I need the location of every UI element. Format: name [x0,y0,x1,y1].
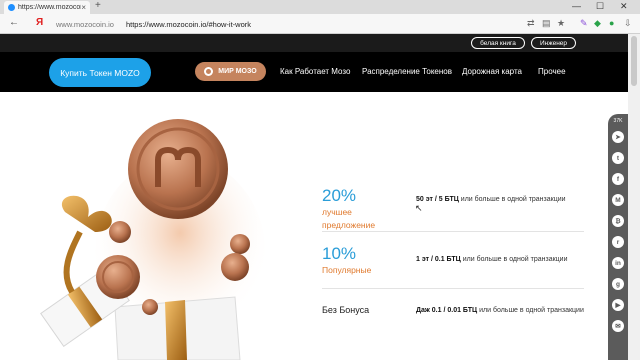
mir-mozo-button[interactable]: МИР МОЗО [195,62,266,81]
offer-rest: или больше в одной транзакции [477,307,584,314]
reader-icon[interactable]: ▤ [542,18,551,29]
bitcoin-icon[interactable]: ₿ [612,215,624,227]
offer-percent: 10% [322,244,357,263]
email-icon[interactable]: ✉ [612,320,624,332]
mir-mozo-label: МИР МОЗО [218,68,257,75]
offer-description: 1 эт / 0.1 БТЦ или больше в одной транза… [416,255,586,265]
gift-coins-illustration [40,119,265,360]
twitter-icon[interactable]: t [612,152,624,164]
offer-divider [322,288,584,289]
youtube-icon[interactable]: ▶ [612,299,624,311]
nav-link-token-distribution[interactable]: Распределение Токенов [362,67,452,76]
nav-link-other[interactable]: Прочее [538,67,566,76]
new-tab-button[interactable]: + [95,0,101,11]
offer-description: 50 эт / 5 БТЦ или больше в одной транзак… [416,195,586,205]
nav-link-roadmap[interactable]: Дорожная карта [462,67,522,76]
offer-divider [322,231,584,232]
offer-rest: или больше в одной транзакции [458,196,566,203]
extension-icon[interactable]: ● [609,18,614,28]
offer-rest: или больше в одной транзакции [460,256,568,263]
buy-token-button[interactable]: Купить Токен MOZO [49,58,151,87]
back-button[interactable]: ← [9,17,19,28]
whitepaper-button[interactable]: белая книга [471,37,525,49]
scrollbar-thumb[interactable] [631,36,637,86]
yandex-button[interactable]: Я [36,17,43,28]
github-icon[interactable]: g [612,278,624,290]
downloads-icon[interactable]: ⇩ [624,18,632,29]
site-favicon-icon [8,4,15,11]
bookmark-star-icon[interactable]: ★ [557,18,565,29]
offer-title: Без Бонуса [322,305,370,315]
browser-tab[interactable]: https://www.mozocoin.io × [4,1,90,14]
nav-link-how-it-works[interactable]: Как Работает Мозо [280,67,350,76]
offer-amount: 1 эт / 0.1 БТЦ [416,256,461,263]
translate-icon[interactable]: ⇄ [527,18,535,29]
offer-best: 20% лучшее предложение [322,186,375,232]
mouse-cursor-icon: ↖ [415,203,423,213]
offer-amount: Даж 0.1 / 0.01 БТЦ [416,307,478,314]
tab-title: https://www.mozocoin.io [18,4,81,11]
page-scrollbar[interactable] [628,34,640,360]
main-content: 20% лучшее предложение 50 эт / 5 БТЦ или… [0,92,628,360]
protect-icon[interactable]: ✎ [580,18,588,29]
offer-label: Популярные [322,265,372,275]
telegram-icon[interactable]: ➤ [612,131,624,143]
tab-close-icon[interactable]: × [81,3,86,12]
extension-icon[interactable]: ◆ [594,18,601,29]
medium-icon[interactable]: M [612,194,624,206]
offer-percent: 20% [322,186,357,205]
offer-popular: 10% Популярные [322,244,371,277]
engineer-button[interactable]: Инженер [531,37,576,49]
social-sidebar: 37K ➤ t f M ₿ r in g ▶ ✉ [608,114,628,360]
share-count: 37K [613,118,623,124]
browser-tab-bar: https://www.mozocoin.io × + — ☐ ✕ [0,0,640,14]
offer-label: лучшее [322,207,352,217]
site-navbar: Купить Токен MOZO МИР МОЗО Как Работает … [0,52,628,92]
url-domain: www.mozocoin.io [56,19,114,29]
offer-no-bonus: Без Бонуса [322,305,369,315]
site-top-strip: белая книга Инженер [0,34,628,52]
reddit-icon[interactable]: r [612,236,624,248]
minimize-button[interactable]: — [572,1,581,11]
globe-icon [204,67,214,76]
offer-amount: 50 эт / 5 БТЦ [416,196,459,203]
address-bar: ← Я www.mozocoin.io https://www.mozocoin… [0,14,640,34]
offer-description: Даж 0.1 / 0.01 БТЦ или больше в одной тр… [416,306,586,316]
url-field[interactable]: www.mozocoin.io https://www.mozocoin.io/… [56,17,576,31]
linkedin-icon[interactable]: in [612,257,624,269]
url-text: https://www.mozocoin.io/#how-it-work [125,19,251,29]
close-window-button[interactable]: ✕ [620,1,628,12]
facebook-icon[interactable]: f [612,173,624,185]
maximize-button[interactable]: ☐ [596,1,604,12]
